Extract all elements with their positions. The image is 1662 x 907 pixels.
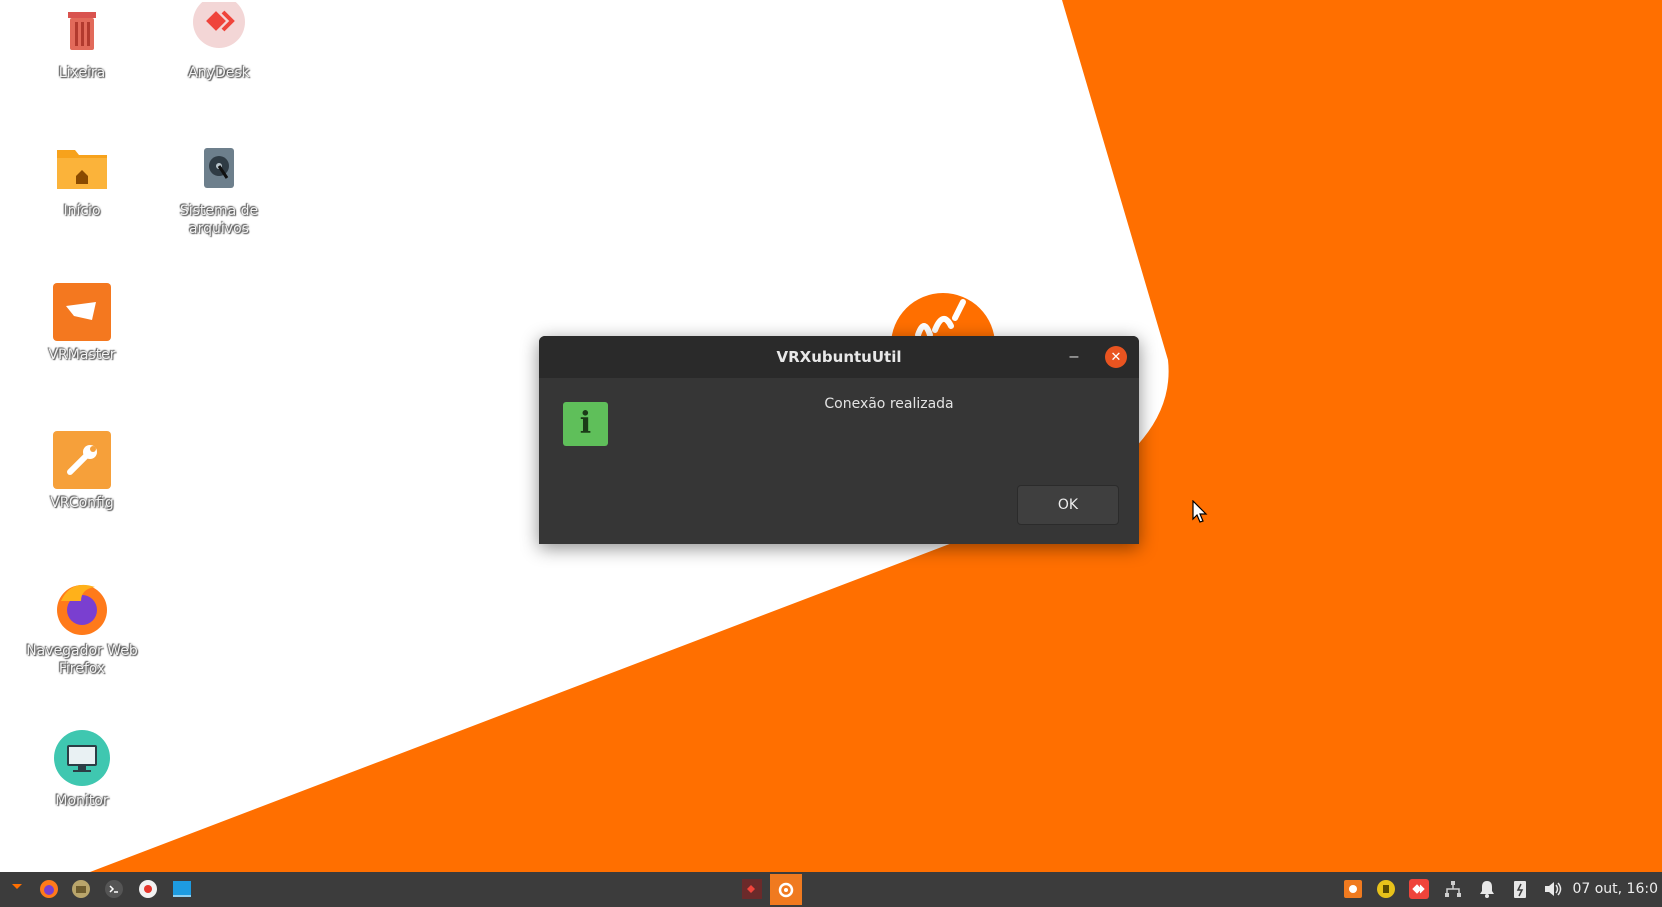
desktop-icon-label: Início [63,203,101,219]
power-icon[interactable] [1507,876,1533,902]
info-icon: i [563,402,608,446]
desktop: Lixeira AnyDesk Início Sistema de arquiv… [0,0,1662,872]
monitor-icon [52,728,112,788]
ok-button[interactable]: OK [1017,485,1119,525]
desktop-icon-label: AnyDesk [188,65,250,81]
home-folder-icon [52,138,112,198]
desktop-icon-firefox[interactable]: Navegador Web Firefox [17,578,147,678]
desktop-icon-label: VRMaster [48,347,116,363]
dialog-titlebar[interactable]: VRXubuntuUtil – ✕ [539,336,1139,378]
minimize-button[interactable]: – [1065,348,1083,366]
desktop-icon-home[interactable]: Início [17,138,147,220]
volume-icon[interactable] [1540,876,1566,902]
filesystem-icon [189,138,249,198]
vrconfig-icon [52,430,112,490]
dialog-message: Conexão realizada [824,396,954,412]
dialog-title: VRXubuntuUtil [776,348,902,366]
vrmaster-icon [52,282,112,342]
security-icon[interactable] [1373,876,1399,902]
files-launcher-icon[interactable] [68,876,94,902]
network-icon[interactable] [1440,876,1466,902]
update-icon[interactable] [1340,876,1366,902]
notifications-icon[interactable] [1474,876,1500,902]
clock[interactable]: 07 out, 16:0 [1572,872,1658,907]
desktop-icon-label: Monitor [55,793,109,809]
close-button[interactable]: ✕ [1105,346,1127,368]
desktop-icon-label: Sistema de arquivos [179,203,259,237]
desktop-icon-vrconfig[interactable]: VRConfig [17,430,147,512]
menu-icon[interactable] [4,876,30,902]
screenshot-launcher-icon[interactable] [135,876,161,902]
desktop-icon-anydesk[interactable]: AnyDesk [154,0,284,82]
taskbar: 07 out, 16:0 [0,872,1662,907]
trash-icon [52,0,112,60]
desktop-icon-vrmaster[interactable]: VRMaster [17,282,147,364]
desktop-icon-label: VRConfig [50,495,114,511]
desktop-icon-label: Navegador Web Firefox [26,643,138,677]
show-desktop-icon[interactable] [169,876,195,902]
info-dialog: VRXubuntuUtil – ✕ i Conexão realizada OK [539,336,1139,544]
anydesk-tray-icon[interactable] [1406,876,1432,902]
mouse-cursor-icon [1192,500,1208,523]
firefox-launcher-icon[interactable] [36,876,62,902]
firefox-icon [52,578,112,638]
desktop-icon-monitor[interactable]: Monitor [17,728,147,810]
vrxubuntuutil-window-icon[interactable] [770,874,802,905]
desktop-icon-label: Lixeira [58,65,106,81]
desktop-icon-trash[interactable]: Lixeira [17,0,147,82]
desktop-icon-filesystem[interactable]: Sistema de arquivos [154,138,284,238]
terminal-launcher-icon[interactable] [101,876,127,902]
anydesk-icon [189,0,249,60]
anydesk-window-icon[interactable] [738,876,766,902]
